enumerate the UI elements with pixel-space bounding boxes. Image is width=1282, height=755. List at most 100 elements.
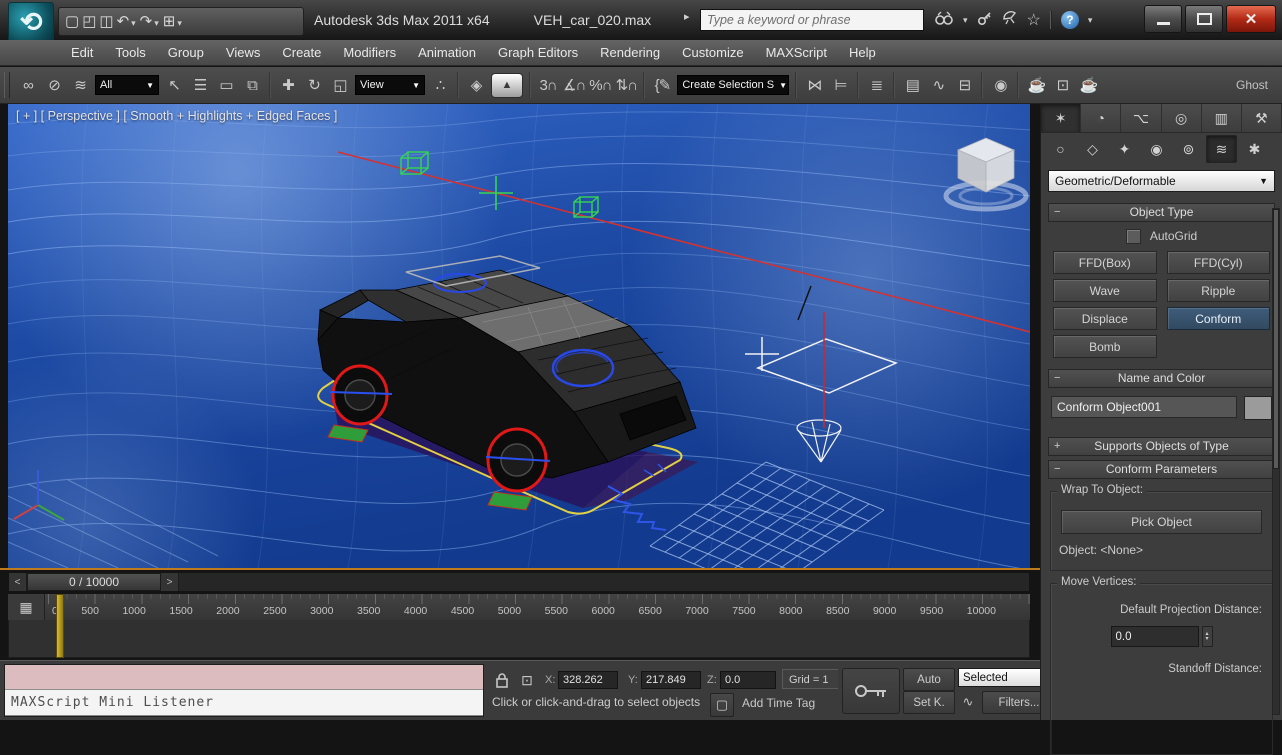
help-icon[interactable]: ? [1061,11,1079,29]
select-manipulate-icon[interactable]: ◈ [465,72,487,98]
undo-dropdown-icon[interactable]: ▾ [131,19,136,28]
x-coordinate-field[interactable] [558,671,618,689]
render-setup-icon[interactable]: ☕ [1025,72,1047,98]
rollout-supports-objects[interactable]: + Supports Objects of Type [1048,437,1275,456]
save-file-icon[interactable]: ◫ [99,14,113,29]
help-dropdown-icon[interactable]: ▾ [1088,15,1093,26]
select-rotate-icon[interactable]: ↻ [303,72,325,98]
menu-views[interactable]: Views [215,45,271,60]
category-shapes[interactable]: ◇ [1078,136,1107,162]
tab-utilities[interactable]: ⚒ [1242,104,1282,132]
ffd-cyl-button[interactable]: FFD(Cyl) [1167,251,1271,274]
material-editor-icon[interactable]: ◉ [989,72,1011,98]
redo-icon[interactable]: ↷ [140,14,153,29]
tab-hierarchy[interactable]: ⌥ [1121,104,1161,132]
viewport-label[interactable]: [ + ] [ Perspective ] [ Smooth + Highlig… [16,109,337,123]
conform-button[interactable]: Conform [1167,307,1271,330]
rectangular-selection-icon[interactable]: ▭ [215,72,237,98]
qat-customize-dropdown-icon[interactable]: ▾ [177,19,182,28]
category-lights[interactable]: ✦ [1110,136,1139,162]
spinner-snap-icon[interactable]: ⇅∩ [615,72,637,98]
wave-button[interactable]: Wave [1053,279,1157,302]
snap-toggle-3d-icon[interactable]: 3∩ [537,72,559,98]
menu-tools[interactable]: Tools [104,45,156,60]
menu-help[interactable]: Help [838,45,887,60]
auto-key-button[interactable]: Auto [903,668,955,691]
z-coordinate-field[interactable] [720,671,776,689]
new-scene-icon[interactable]: ▢ [65,14,79,29]
previous-frame-button[interactable]: < [9,573,27,591]
set-keys-button[interactable] [842,668,900,714]
default-projection-distance-field[interactable] [1111,626,1199,647]
pick-object-button[interactable]: Pick Object [1061,510,1262,534]
ripple-button[interactable]: Ripple [1167,279,1271,302]
panel-scrollbar[interactable] [1272,208,1280,715]
menu-customize[interactable]: Customize [671,45,754,60]
close-button[interactable]: ✕ [1226,5,1276,33]
selection-lock-icon[interactable] [490,669,514,691]
menu-group[interactable]: Group [157,45,215,60]
search-binoculars-icon[interactable] [934,11,954,30]
curve-editor-icon[interactable]: ∿ [927,72,949,98]
key-filter-curve-icon[interactable]: ∿ [956,691,980,713]
percent-snap-icon[interactable]: %∩ [589,72,611,98]
select-scale-icon[interactable]: ◱ [329,72,351,98]
listener-field[interactable]: MAXScript Mini Listener [5,690,483,715]
autogrid-checkbox[interactable] [1126,229,1141,244]
keyboard-override-toggle[interactable]: ▲ [491,73,523,98]
rollout-name-and-color[interactable]: − Name and Color [1048,369,1275,388]
menu-graph-editors[interactable]: Graph Editors [487,45,589,60]
displace-button[interactable]: Displace [1053,307,1157,330]
viewport-scene[interactable] [8,104,1030,568]
search-input[interactable] [700,9,924,31]
tab-modify[interactable]: ◔ [1081,104,1121,132]
open-file-icon[interactable]: ◰ [82,14,96,29]
project-toolbar-icon[interactable]: ⊞ [163,14,176,29]
select-move-icon[interactable]: ✚ [277,72,299,98]
select-by-name-icon[interactable]: ☰ [189,72,211,98]
time-slider-handle[interactable]: 0 / 10000 [27,573,161,591]
category-geometry[interactable]: ○ [1046,136,1075,162]
search-dropdown-icon[interactable]: ▾ [963,15,968,26]
render-production-icon[interactable]: ☕ [1077,72,1099,98]
perspective-viewport[interactable]: [ + ] [ Perspective ] [ Smooth + Highlig… [8,104,1030,568]
use-pivot-center-icon[interactable]: ∴ [429,72,451,98]
schematic-view-icon[interactable]: ⊟ [953,72,975,98]
bomb-button[interactable]: Bomb [1053,335,1157,358]
macro-recorder-field[interactable] [5,665,483,690]
redo-dropdown-icon[interactable]: ▾ [154,19,159,28]
menu-modifiers[interactable]: Modifiers [332,45,407,60]
angle-snap-icon[interactable]: ∡∩ [563,72,585,98]
category-space-warps[interactable]: ≋ [1206,135,1237,163]
absolute-mode-icon[interactable]: ⊡ [515,669,539,691]
menu-maxscript[interactable]: MAXScript [755,45,838,60]
minimize-button[interactable] [1144,5,1182,33]
app-menu-button[interactable]: ⟲ [8,2,54,44]
communication-center-icon[interactable] [1002,10,1018,30]
align-icon[interactable]: ⊨ [829,72,851,98]
selection-filter-dropdown[interactable]: All ▼ [95,75,159,95]
add-time-tag[interactable]: Add Time Tag [742,696,815,710]
tab-motion[interactable]: ◎ [1162,104,1202,132]
maximize-button[interactable] [1185,5,1223,33]
object-name-field[interactable] [1051,396,1237,418]
timeline-ruler[interactable]: ▦ 0500 10001500 20002500 30003500 400045… [8,594,1030,621]
select-and-link-icon[interactable]: ∞ [17,72,39,98]
menu-create[interactable]: Create [271,45,332,60]
menu-rendering[interactable]: Rendering [589,45,671,60]
set-key-button[interactable]: Set K. [903,691,955,714]
reference-coordinate-dropdown[interactable]: View ▼ [355,75,425,95]
tab-create[interactable]: ✶ [1041,104,1081,132]
y-coordinate-field[interactable] [641,671,701,689]
category-systems[interactable]: ✱ [1240,136,1269,162]
menu-edit[interactable]: Edit [60,45,104,60]
unlink-selection-icon[interactable]: ⊘ [43,72,65,98]
graphite-ribbon-icon[interactable]: ▤ [901,72,923,98]
window-crossing-icon[interactable]: ⧉ [241,72,263,98]
isolate-selection-icon[interactable]: ▢ [710,693,734,717]
ffd-box-button[interactable]: FFD(Box) [1053,251,1157,274]
projection-distance-spinner[interactable]: ▴ ▾ [1202,626,1213,647]
track-bar[interactable] [8,620,1030,658]
rendered-frame-window-icon[interactable]: ⊡ [1051,72,1073,98]
category-cameras[interactable]: ◉ [1142,136,1171,162]
